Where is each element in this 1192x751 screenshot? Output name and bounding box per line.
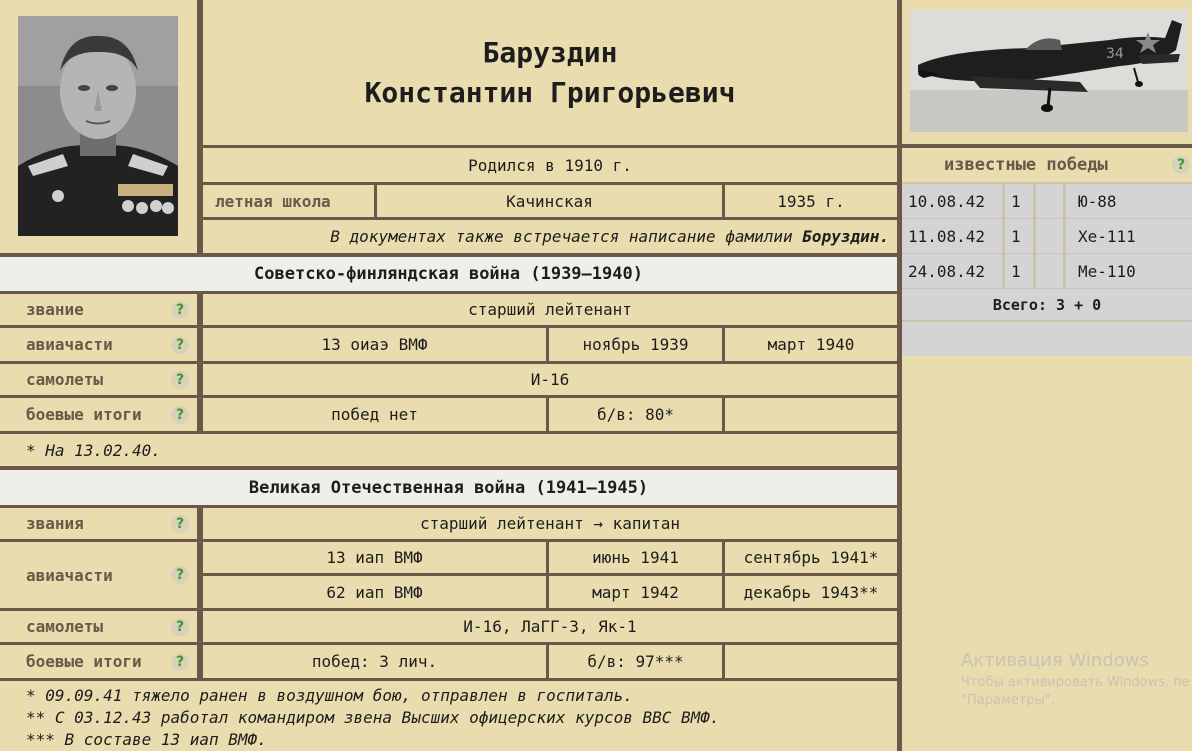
gpw-unit-2-name: 62 иап ВМФ	[203, 576, 546, 608]
gpw-unit-2-from: март 1942	[549, 576, 722, 608]
alt-spelling-prefix: В документах также встречается написание…	[330, 227, 803, 246]
born-cell: Родился в 1910 г.	[203, 148, 897, 182]
watermark-title: Активация Windows	[961, 650, 1149, 671]
victory-type: Ме-110	[1066, 254, 1192, 288]
watermark-line-2: "Параметры".	[961, 693, 1055, 708]
gpw-results-empty	[725, 645, 897, 678]
victory-row: 10.08.42 1 Ю-88	[902, 184, 1192, 218]
finnish-rank-value: старший лейтенант	[203, 294, 897, 325]
gpw-unit-1-to: сентябрь 1941*	[725, 542, 897, 573]
victories-footer	[902, 322, 1192, 356]
victory-count: 1	[1005, 254, 1033, 288]
alt-spelling-note: В документах также встречается написание…	[203, 220, 897, 253]
help-icon[interactable]: ?	[171, 300, 189, 319]
victory-count: 1	[1005, 184, 1033, 218]
alt-spelling-name: Боруздин.	[802, 227, 889, 246]
gpw-results-wins: побед: 3 лич.	[203, 645, 546, 678]
victory-shared	[1036, 219, 1063, 253]
finnish-units-label: авиачасти?	[0, 328, 197, 361]
victories-header: известные победы ?	[902, 148, 1192, 182]
finnish-results-wins: побед нет	[203, 398, 546, 431]
school-year: 1935 г.	[725, 185, 897, 217]
school-name: Качинская	[377, 185, 722, 217]
gpw-unit-1-name: 13 иап ВМФ	[203, 542, 546, 573]
help-icon[interactable]: ?	[171, 652, 189, 671]
help-icon[interactable]: ?	[171, 405, 189, 424]
finnish-unit-from: ноябрь 1939	[549, 328, 722, 361]
finnish-results-sorties: б/в: 80*	[549, 398, 722, 431]
victory-type: Хе-111	[1066, 219, 1192, 253]
finnish-results-label: боевые итоги?	[0, 398, 197, 431]
finnish-rank-label: звание?	[0, 294, 197, 325]
pilot-surname: Баруздин	[482, 35, 618, 69]
finnish-planes-label: самолеты?	[0, 364, 197, 395]
gpw-results-sorties: б/в: 97***	[549, 645, 722, 678]
gpw-unit-1-from: июнь 1941	[549, 542, 722, 573]
help-icon[interactable]: ?	[1172, 156, 1190, 174]
gpw-header: Великая Отечественная война (1941–1945)	[0, 470, 897, 505]
finnish-unit-name: 13 оиаэ ВМФ	[203, 328, 546, 361]
gpw-note-1: * 09.09.41 тяжело ранен в воздушном бою,…	[26, 686, 633, 705]
gpw-unit-2-to: декабрь 1943**	[725, 576, 897, 608]
help-icon[interactable]: ?	[171, 566, 189, 584]
help-icon[interactable]: ?	[171, 335, 189, 354]
gpw-rank-value: старший лейтенант → капитан	[203, 508, 897, 539]
finnish-war-header: Советско-финляндская война (1939–1940)	[0, 257, 897, 291]
gpw-note-3: *** В составе 13 иап ВМФ.	[26, 730, 267, 749]
help-icon[interactable]: ?	[171, 370, 189, 389]
victory-row: 11.08.42 1 Хе-111	[902, 219, 1192, 253]
victory-date: 24.08.42	[902, 254, 1002, 288]
finnish-results-empty	[725, 398, 897, 431]
pilot-photo	[18, 16, 178, 236]
victories-total: Всего: 3 + 0	[902, 289, 1192, 320]
school-label: летная школа	[203, 185, 374, 217]
gpw-note-2: ** С 03.12.43 работал командиром звена В…	[26, 708, 720, 727]
gpw-notes: * 09.09.41 тяжело ранен в воздушном бою,…	[0, 681, 897, 751]
victory-row: 24.08.42 1 Ме-110	[902, 254, 1192, 288]
help-icon[interactable]: ?	[171, 514, 189, 533]
aircraft-photo: 34	[910, 10, 1188, 132]
finnish-note: * На 13.02.40.	[0, 434, 897, 466]
victory-type: Ю-88	[1066, 184, 1192, 218]
name-cell: Баруздин Константин Григорьевич	[203, 0, 897, 145]
finnish-unit-to: март 1940	[725, 328, 897, 361]
finnish-planes-value: И-16	[203, 364, 897, 395]
watermark-line-1: Чтобы активировать Windows, пе	[961, 675, 1190, 690]
victory-shared	[1036, 254, 1063, 288]
gpw-results-label: боевые итоги?	[0, 645, 197, 678]
victory-count: 1	[1005, 219, 1033, 253]
victory-date: 10.08.42	[902, 184, 1002, 218]
pilot-given-names: Константин Григорьевич	[364, 75, 736, 109]
gpw-planes-label: самолеты?	[0, 611, 197, 642]
help-icon[interactable]: ?	[171, 617, 189, 636]
panel-divider	[902, 0, 1192, 3]
gpw-units-label: авиачасти?	[0, 542, 197, 608]
victory-date: 11.08.42	[902, 219, 1002, 253]
windows-activation-watermark: Активация Windows Чтобы активировать Win…	[961, 650, 1190, 708]
gpw-planes-value: И-16, ЛаГГ-3, Як-1	[203, 611, 897, 642]
svg-text:34: 34	[1106, 46, 1124, 62]
gpw-rank-label: звания?	[0, 508, 197, 539]
victory-shared	[1036, 184, 1063, 218]
